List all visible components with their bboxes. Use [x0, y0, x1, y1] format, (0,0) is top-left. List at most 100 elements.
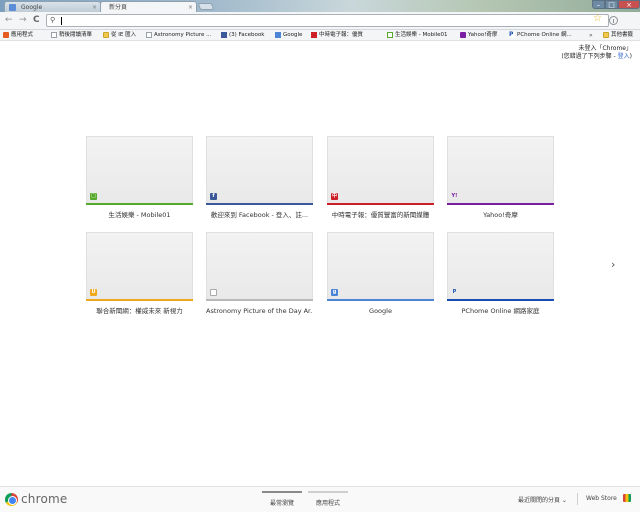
ntp-footer: chrome 最常瀏覽 應用程式 最近關閉的分頁 ⌄ Web Store: [0, 486, 640, 512]
tile-thumbnail: U: [86, 232, 193, 299]
chrome-logo-text: chrome: [21, 492, 68, 506]
signin-status: 未登入「Chrome」: [578, 45, 632, 52]
tab-title: 新分頁: [109, 4, 128, 11]
most-visited-tile[interactable]: g Google: [327, 232, 434, 316]
bookmarks-overflow-chevron-icon[interactable]: »: [589, 30, 593, 41]
tile-accent-bar: [327, 299, 434, 301]
udn-icon: U: [90, 289, 97, 296]
bookmarks-bar: 應用程式 稍後閱讀清單 從 IE 匯入 Astronomy Picture ..…: [0, 30, 640, 41]
new-tab-button[interactable]: [197, 3, 215, 10]
tab-strip: Google × 新分頁 × – □ ×: [0, 0, 640, 12]
search-icon: ⚲: [50, 16, 56, 24]
forward-button[interactable]: →: [19, 15, 27, 26]
bookmark-facebook[interactable]: (3) Facebook: [221, 30, 264, 41]
tile-accent-bar: [447, 203, 554, 205]
google-icon: [275, 32, 281, 38]
bookmark-ie-import[interactable]: 從 IE 匯入: [103, 30, 136, 41]
bookmark-google[interactable]: Google: [275, 30, 302, 41]
text-caret: [61, 17, 62, 25]
close-window-button[interactable]: ×: [618, 0, 640, 9]
bookmark-star-icon[interactable]: ☆: [593, 13, 602, 25]
back-button[interactable]: ←: [5, 15, 13, 26]
bookmark-mobile01[interactable]: 生活娛樂 - Mobile01: [387, 30, 448, 41]
most-visited-tile[interactable]: Y! Yahoo!奇摩: [447, 136, 554, 220]
tile-thumbnail: [206, 232, 313, 299]
tile-accent-bar: [86, 299, 193, 301]
tile-thumbnail: P: [447, 232, 554, 299]
signin-link[interactable]: 登入: [618, 53, 630, 60]
bookmark-astronomy[interactable]: Astronomy Picture ...: [146, 30, 211, 41]
tile-title: 歡迎來到 Facebook - 登入、註...: [210, 211, 309, 219]
tab-google[interactable]: Google ×: [4, 1, 101, 12]
reload-button[interactable]: C: [33, 15, 40, 26]
recently-closed-menu[interactable]: 最近關閉的分頁 ⌄: [518, 495, 567, 504]
web-store-icon[interactable]: [623, 494, 631, 502]
footer-divider: [577, 493, 578, 505]
apps-icon: [3, 32, 9, 38]
other-bookmarks-folder[interactable]: 其他書籤: [603, 30, 633, 41]
pchome-icon: P: [452, 289, 457, 295]
tile-title: Yahoo!奇摩: [483, 211, 518, 219]
most-visited-tile[interactable]: U 聯合新聞網：權威未來 新視力: [86, 232, 193, 316]
most-visited-tile[interactable]: f 歡迎來到 Facebook - 登入、註...: [206, 136, 313, 220]
page-icon: [146, 32, 152, 38]
close-icon[interactable]: ×: [188, 2, 193, 13]
chrome-logo-icon: [5, 493, 18, 506]
google-icon: [9, 4, 16, 11]
tile-accent-bar: [447, 299, 554, 301]
tile-title: 中時電子報：優質豐富的新聞媒體: [331, 211, 430, 219]
facebook-icon: f: [210, 193, 217, 200]
tab-apps[interactable]: 應用程式: [308, 491, 348, 507]
tab-new-tab[interactable]: 新分頁 ×: [100, 1, 197, 12]
tile-title: 聯合新聞網：權威未來 新視力: [96, 307, 183, 315]
folder-icon: [103, 32, 109, 38]
tile-accent-bar: [327, 203, 434, 205]
settings-menu-icon[interactable]: [609, 16, 618, 25]
google-icon: g: [331, 289, 338, 296]
page-icon: [51, 32, 57, 38]
tile-title: Google: [369, 307, 392, 315]
tile-thumbnail: 中: [327, 136, 434, 203]
facebook-icon: [221, 32, 227, 38]
bookmark-pchome[interactable]: P PChome Online 網...: [509, 30, 572, 41]
tile-thumbnail: g: [327, 232, 434, 299]
yahoo-icon: [460, 32, 466, 38]
tile-title: 生活娛樂 - Mobile01: [108, 211, 171, 219]
omnibox[interactable]: ⚲: [46, 14, 621, 27]
bookmark-apps[interactable]: 應用程式: [3, 30, 33, 41]
chinatimes-icon: [311, 32, 317, 38]
tile-accent-bar: [206, 203, 313, 205]
tab-most-visited[interactable]: 最常瀏覽: [262, 491, 302, 507]
most-visited-tile[interactable]: Astronomy Picture of the Day Ar...: [206, 232, 313, 316]
tile-thumbnail: f: [206, 136, 313, 203]
tile-accent-bar: [86, 203, 193, 205]
tile-thumbnail: □: [86, 136, 193, 203]
next-page-arrow-icon[interactable]: ›: [611, 258, 615, 271]
minimize-button[interactable]: –: [592, 0, 605, 9]
yahoo-icon: Y!: [451, 193, 458, 199]
chinatimes-icon: 中: [331, 193, 338, 200]
tile-title: Astronomy Picture of the Day Ar...: [206, 307, 313, 315]
folder-icon: [603, 32, 609, 38]
pchome-icon: P: [509, 31, 515, 38]
page-icon: [210, 289, 217, 296]
mobile01-icon: [387, 32, 393, 38]
omnibox-input[interactable]: [61, 16, 621, 25]
signin-promo: 未登入「Chrome」 (您錯過了下列步驟 - 登入): [561, 45, 632, 61]
signin-hint: (您錯過了下列步驟 - 登入): [561, 53, 632, 60]
bookmark-yahoo[interactable]: Yahoo!奇摩: [460, 30, 497, 41]
tile-accent-bar: [206, 299, 313, 301]
bookmark-chinatimes[interactable]: 中時電子報：優質: [311, 30, 363, 41]
tab-title: Google: [21, 4, 43, 11]
most-visited-tile[interactable]: P PChome Online 網路家庭: [447, 232, 554, 316]
tile-thumbnail: Y!: [447, 136, 554, 203]
mobile01-icon: □: [90, 193, 97, 200]
window-controls: – □ ×: [592, 0, 640, 9]
toolbar: ← → C ⚲ ☆: [0, 12, 640, 30]
web-store-link[interactable]: Web Store: [586, 495, 617, 502]
bookmark-reading-list[interactable]: 稍後閱讀清單: [51, 30, 92, 41]
most-visited-tile[interactable]: 中中時電子報：優質豐富的新聞媒體: [327, 136, 434, 220]
most-visited-tile[interactable]: □ 生活娛樂 - Mobile01: [86, 136, 193, 220]
maximize-button[interactable]: □: [605, 0, 618, 9]
tile-title: PChome Online 網路家庭: [461, 307, 540, 315]
